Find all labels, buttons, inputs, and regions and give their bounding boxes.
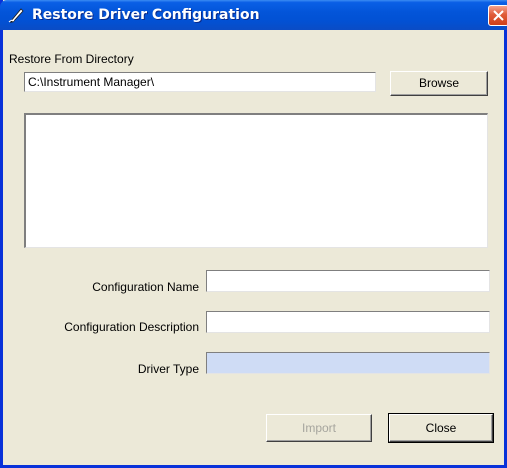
window-title: Restore Driver Configuration [32,7,260,23]
restore-directory-label: Restore From Directory [9,52,134,66]
driver-type-input [206,352,490,374]
driver-type-label: Driver Type [137,362,199,376]
config-name-input[interactable] [206,270,490,292]
import-button: Import [266,414,372,442]
browse-button[interactable]: Browse [390,71,488,96]
title-bar[interactable]: Restore Driver Configuration [0,0,507,30]
config-name-label: Configuration Name [92,280,199,294]
restore-driver-dialog: Restore Driver Configuration Restore Fro… [0,0,507,468]
config-description-input[interactable] [206,311,490,333]
close-icon [493,10,504,21]
pen-icon [8,8,24,23]
close-window-button[interactable] [488,5,507,26]
restore-directory-input[interactable]: C:\Instrument Manager\ [24,72,376,92]
close-button[interactable]: Close [388,413,494,443]
configuration-list[interactable] [24,113,488,248]
config-description-label: Configuration Description [64,320,199,334]
